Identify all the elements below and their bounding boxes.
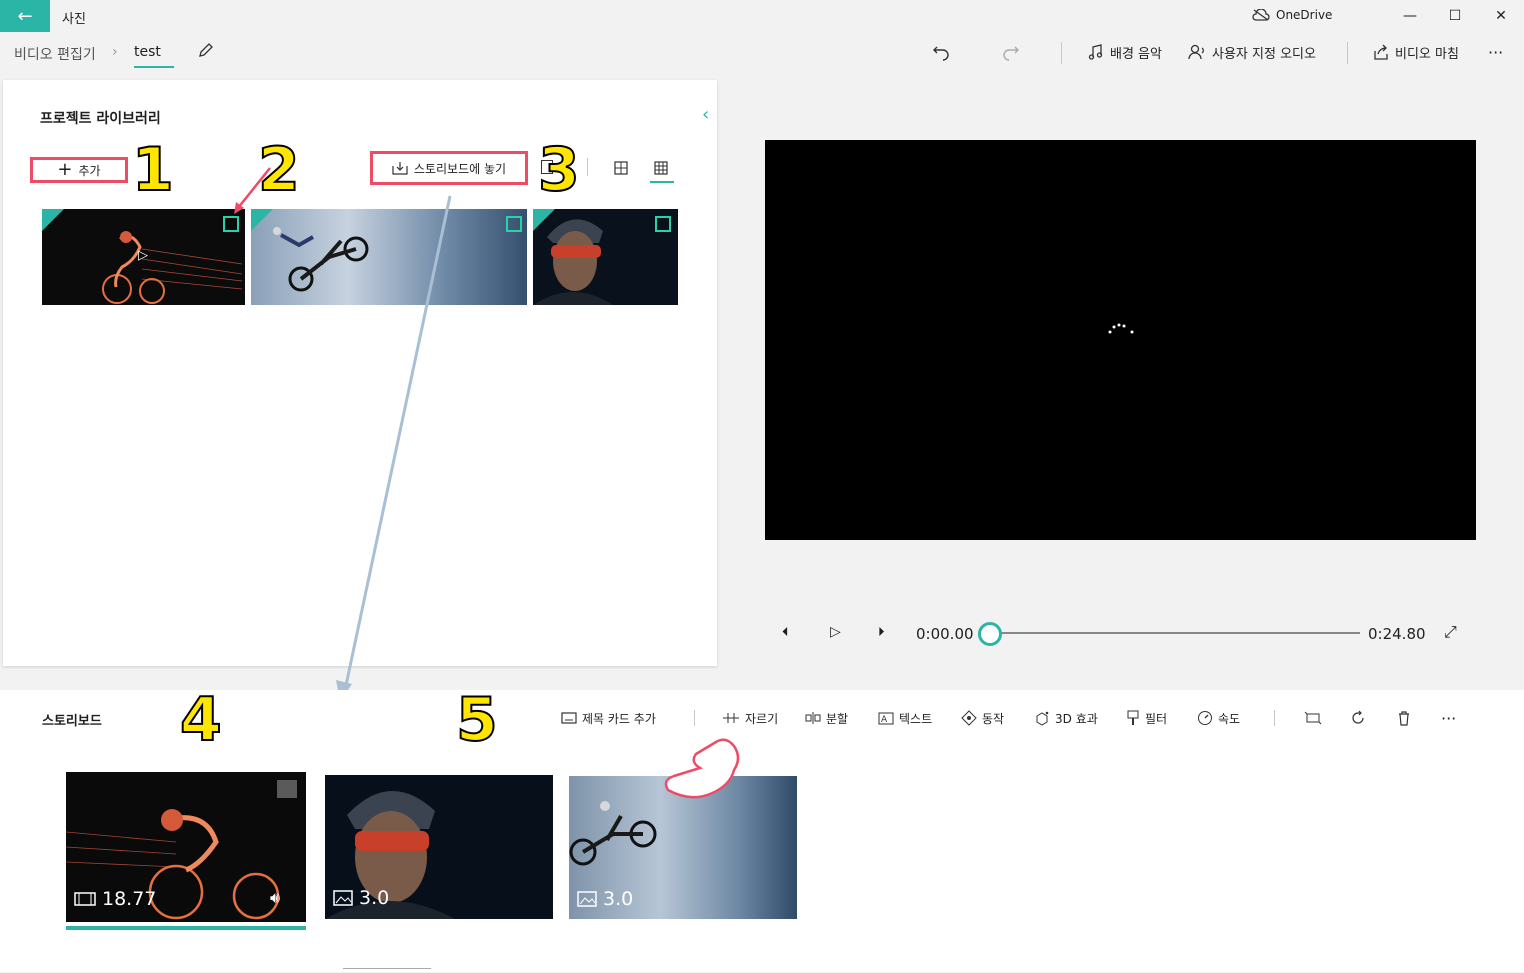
- rotate-button[interactable]: [1350, 708, 1366, 728]
- clip-duration-value: 3.0: [603, 888, 634, 910]
- split-label: 분할: [826, 711, 849, 726]
- motion-icon: [961, 710, 977, 726]
- split-button[interactable]: 분할: [805, 708, 848, 728]
- storyboard-title: 스토리보드: [42, 714, 102, 729]
- picture-icon: [333, 890, 353, 906]
- speed-button[interactable]: 속도: [1197, 708, 1240, 728]
- add-title-card-button[interactable]: 제목 카드 추가: [561, 708, 656, 728]
- speed-label: 속도: [1218, 711, 1241, 726]
- rotate-icon: [1352, 710, 1364, 724]
- split-icon: [805, 712, 821, 724]
- clip-select-checkbox[interactable]: [277, 780, 297, 798]
- 3d-effects-label: 3D 효과: [1055, 711, 1098, 726]
- annotation-drag-arrow: [343, 195, 452, 691]
- volume-icon[interactable]: 🔊︎: [270, 888, 280, 908]
- storyboard-more-button[interactable]: ···: [1441, 708, 1456, 728]
- annotation-arrow-2: [237, 167, 271, 209]
- text-label: 텍스트: [899, 711, 933, 726]
- remove-black-bars-button[interactable]: [1304, 708, 1322, 728]
- storyboard-clip-image[interactable]: 3.0: [325, 775, 553, 919]
- delete-clip-button[interactable]: [1397, 708, 1411, 728]
- text-icon: A: [878, 712, 894, 725]
- annotation-number-4: 4: [179, 685, 223, 755]
- clip-duration: 3.0: [577, 888, 633, 910]
- clip-duration: 18.77: [74, 888, 156, 910]
- 3d-effects-button[interactable]: 3D 효과: [1034, 708, 1098, 728]
- speed-gauge-icon: [1198, 711, 1212, 725]
- trash-icon: [1399, 711, 1409, 726]
- svg-text:A: A: [881, 715, 888, 725]
- motion-label: 동작: [982, 711, 1005, 726]
- annotation-number-5: 5: [455, 685, 499, 755]
- storyboard-scrollbar[interactable]: [343, 968, 431, 973]
- title-card-icon: [561, 712, 577, 724]
- trim-label: 자르기: [745, 711, 779, 726]
- drag-hand-cursor-icon: [664, 738, 740, 799]
- filters-label: 필터: [1145, 711, 1168, 726]
- clip-duration: 3.0: [333, 887, 389, 909]
- text-button[interactable]: A 텍스트: [878, 708, 932, 728]
- resize-frame-icon: [1304, 711, 1322, 725]
- selected-clip-indicator: [66, 926, 306, 930]
- storyboard-clip-video[interactable]: 18.77 🔊︎: [66, 772, 306, 922]
- 3d-effects-icon: [1036, 711, 1049, 726]
- more-icon: ···: [1441, 708, 1457, 728]
- filters-brush-icon: [1127, 710, 1139, 725]
- clip-duration-value: 18.77: [102, 888, 157, 910]
- picture-icon: [577, 891, 597, 907]
- storyboard-toolbar-divider: [1274, 710, 1275, 726]
- clip-duration-value: 3.0: [359, 887, 390, 909]
- motion-button[interactable]: 동작: [961, 708, 1004, 728]
- add-title-card-label: 제목 카드 추가: [582, 711, 656, 726]
- film-strip-icon: [74, 892, 96, 906]
- filters-button[interactable]: 필터: [1126, 708, 1167, 728]
